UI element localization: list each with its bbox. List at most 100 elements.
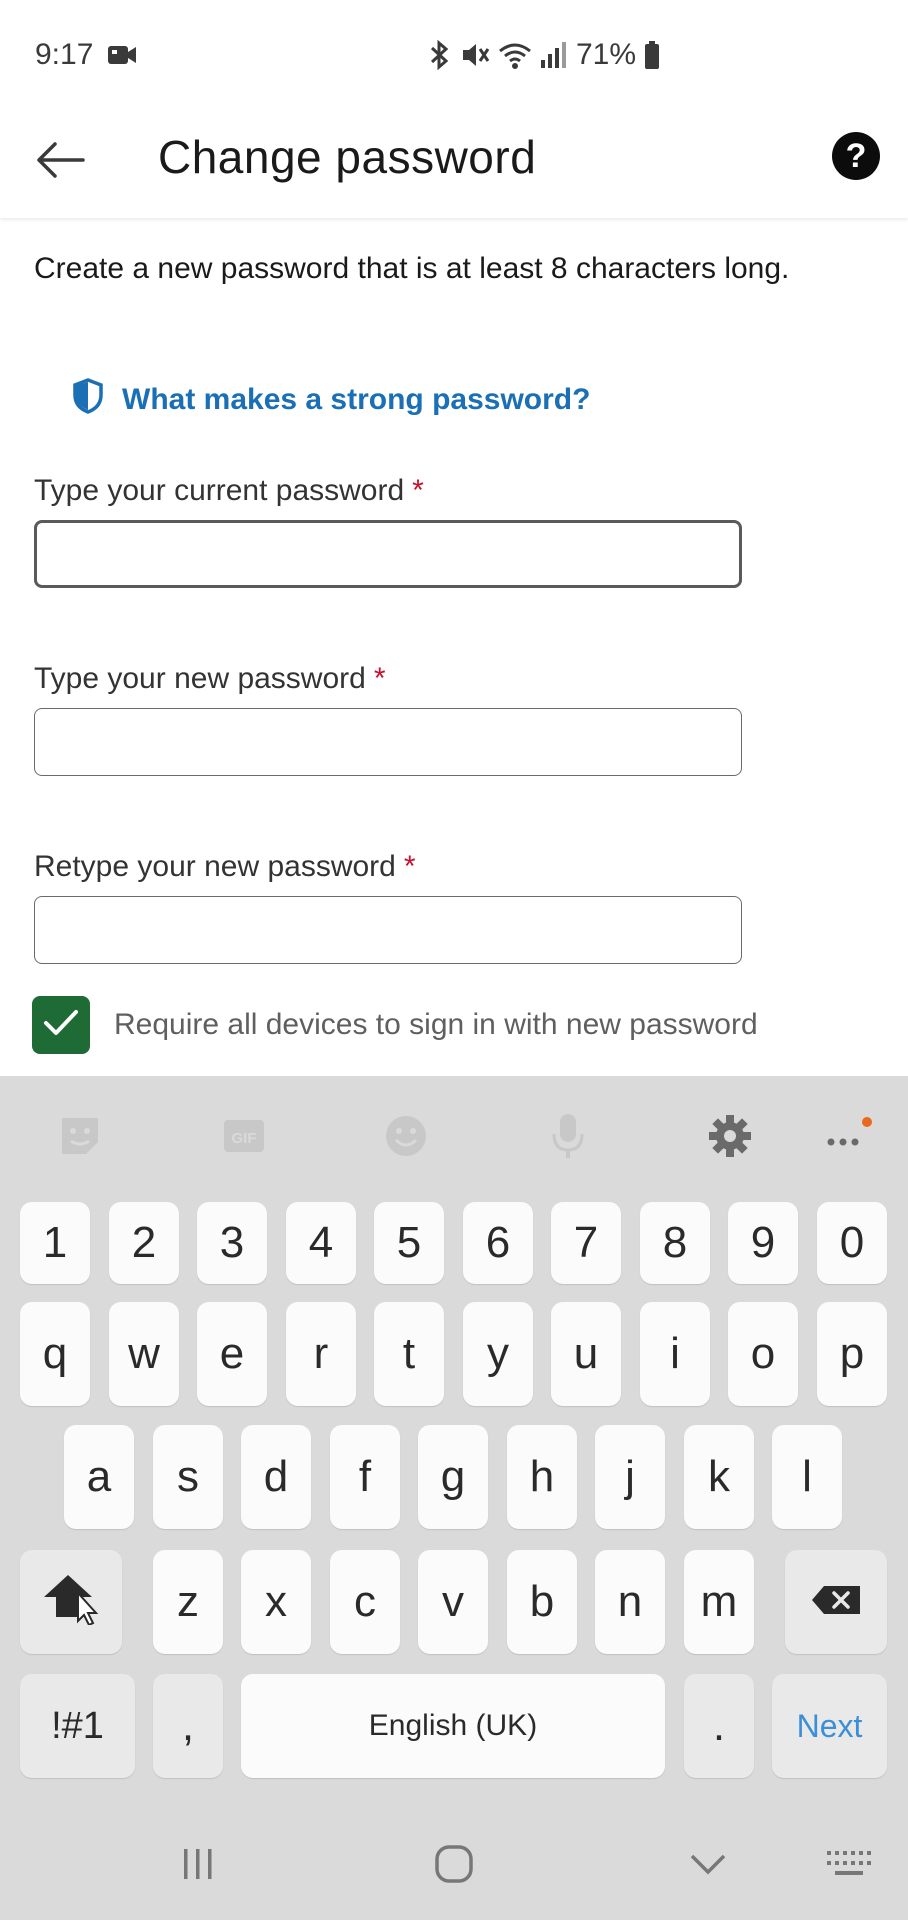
- status-left: 9:17: [35, 38, 137, 72]
- key-p[interactable]: p: [817, 1302, 887, 1406]
- key-o[interactable]: o: [728, 1302, 798, 1406]
- retype-password-label-text: Retype your new password: [34, 850, 396, 883]
- help-button[interactable]: ?: [832, 132, 880, 180]
- key-q[interactable]: q: [20, 1302, 90, 1406]
- system-nav-bar: [0, 1808, 908, 1920]
- keyboard-toolbar: GIF: [0, 1076, 908, 1194]
- key-6[interactable]: 6: [463, 1202, 533, 1284]
- battery-icon: [644, 40, 660, 70]
- gif-label: GIF: [232, 1130, 257, 1147]
- symbols-key[interactable]: !#1: [20, 1674, 135, 1778]
- key-z[interactable]: z: [153, 1550, 223, 1654]
- comma-key[interactable]: ,: [153, 1674, 223, 1778]
- checkmark-icon: [43, 1008, 79, 1043]
- require-signin-checkbox[interactable]: [32, 996, 90, 1054]
- current-password-label-text: Type your current password: [34, 474, 405, 507]
- signal-icon: [540, 40, 568, 70]
- retype-password-label: Retype your new password *: [34, 850, 416, 884]
- key-5[interactable]: 5: [374, 1202, 444, 1284]
- key-i[interactable]: i: [640, 1302, 710, 1406]
- retype-password-input[interactable]: [34, 896, 742, 964]
- key-f[interactable]: f: [330, 1425, 400, 1529]
- bluetooth-icon: [428, 39, 452, 71]
- back-chevron-icon: [688, 1850, 728, 1883]
- key-9[interactable]: 9: [728, 1202, 798, 1284]
- key-r[interactable]: r: [286, 1302, 356, 1406]
- key-u[interactable]: u: [551, 1302, 621, 1406]
- key-k[interactable]: k: [684, 1425, 754, 1529]
- period-key[interactable]: .: [684, 1674, 754, 1778]
- mic-icon[interactable]: [542, 1110, 594, 1162]
- new-password-label-text: Type your new password: [34, 662, 366, 695]
- key-v[interactable]: v: [418, 1550, 488, 1654]
- key-m[interactable]: m: [684, 1550, 754, 1654]
- shield-icon: [72, 378, 104, 422]
- key-n[interactable]: n: [595, 1550, 665, 1654]
- current-password-label: Type your current password *: [34, 474, 424, 508]
- key-g[interactable]: g: [418, 1425, 488, 1529]
- required-marker: *: [412, 474, 424, 507]
- key-y[interactable]: y: [463, 1302, 533, 1406]
- shift-key[interactable]: [20, 1550, 122, 1654]
- wifi-icon: [498, 39, 532, 71]
- status-time: 9:17: [35, 38, 94, 71]
- key-c[interactable]: c: [330, 1550, 400, 1654]
- required-marker: *: [403, 850, 416, 883]
- key-2[interactable]: 2: [109, 1202, 179, 1284]
- key-b[interactable]: b: [507, 1550, 577, 1654]
- video-icon: [107, 43, 137, 67]
- emoji-icon[interactable]: [380, 1110, 432, 1162]
- key-7[interactable]: 7: [551, 1202, 621, 1284]
- status-bar: 9:17 71%: [0, 0, 908, 110]
- backspace-key[interactable]: [785, 1550, 887, 1654]
- page-title: Change password: [158, 131, 537, 183]
- strong-password-link-text: What makes a strong password?: [122, 383, 591, 416]
- hide-keyboard-button[interactable]: [680, 1838, 736, 1894]
- home-button[interactable]: [426, 1838, 482, 1894]
- current-password-input[interactable]: [34, 520, 742, 588]
- next-key[interactable]: Next: [772, 1674, 887, 1778]
- status-right: 71%: [428, 0, 660, 110]
- settings-icon[interactable]: [704, 1110, 756, 1162]
- battery-percent: 71%: [576, 38, 637, 71]
- key-x[interactable]: x: [241, 1550, 311, 1654]
- key-1[interactable]: 1: [20, 1202, 90, 1284]
- new-password-input[interactable]: [34, 708, 742, 776]
- recent-apps-button[interactable]: [170, 1838, 226, 1894]
- back-button[interactable]: [30, 132, 90, 192]
- key-d[interactable]: d: [241, 1425, 311, 1529]
- key-s[interactable]: s: [153, 1425, 223, 1529]
- help-icon: ?: [845, 136, 867, 175]
- strong-password-link[interactable]: What makes a strong password?: [72, 378, 590, 422]
- require-signin-row[interactable]: Require all devices to sign in with new …: [32, 996, 758, 1054]
- key-w[interactable]: w: [109, 1302, 179, 1406]
- key-a[interactable]: a: [64, 1425, 134, 1529]
- required-marker: *: [373, 662, 386, 695]
- keyboard-icon: [825, 1847, 871, 1886]
- key-3[interactable]: 3: [197, 1202, 267, 1284]
- key-h[interactable]: h: [507, 1425, 577, 1529]
- key-8[interactable]: 8: [640, 1202, 710, 1284]
- recent-apps-icon: [178, 1846, 218, 1887]
- arrow-left-icon: [35, 140, 85, 185]
- key-t[interactable]: t: [374, 1302, 444, 1406]
- key-4[interactable]: 4: [286, 1202, 356, 1284]
- key-e[interactable]: e: [197, 1302, 267, 1406]
- sticker-icon[interactable]: [54, 1110, 106, 1162]
- app-bar: Change password ?: [0, 110, 908, 218]
- key-l[interactable]: l: [772, 1425, 842, 1529]
- mute-icon: [460, 39, 490, 71]
- keyboard-switch-button[interactable]: [820, 1838, 876, 1894]
- home-icon: [433, 1843, 475, 1890]
- backspace-icon: [810, 1577, 862, 1627]
- require-signin-label: Require all devices to sign in with new …: [114, 1008, 758, 1041]
- on-screen-keyboard: GIF 1 2 3 4 5 6 7 8 9 0 q w e r t y u i …: [0, 1076, 908, 1920]
- intro-text: Create a new password that is at least 8…: [34, 252, 790, 285]
- shift-icon: [40, 1569, 102, 1636]
- space-key[interactable]: English (UK): [241, 1674, 665, 1778]
- key-j[interactable]: j: [595, 1425, 665, 1529]
- new-password-label: Type your new password *: [34, 662, 386, 696]
- gif-icon[interactable]: GIF: [218, 1110, 270, 1162]
- key-0[interactable]: 0: [817, 1202, 887, 1284]
- more-icon[interactable]: [822, 1110, 874, 1162]
